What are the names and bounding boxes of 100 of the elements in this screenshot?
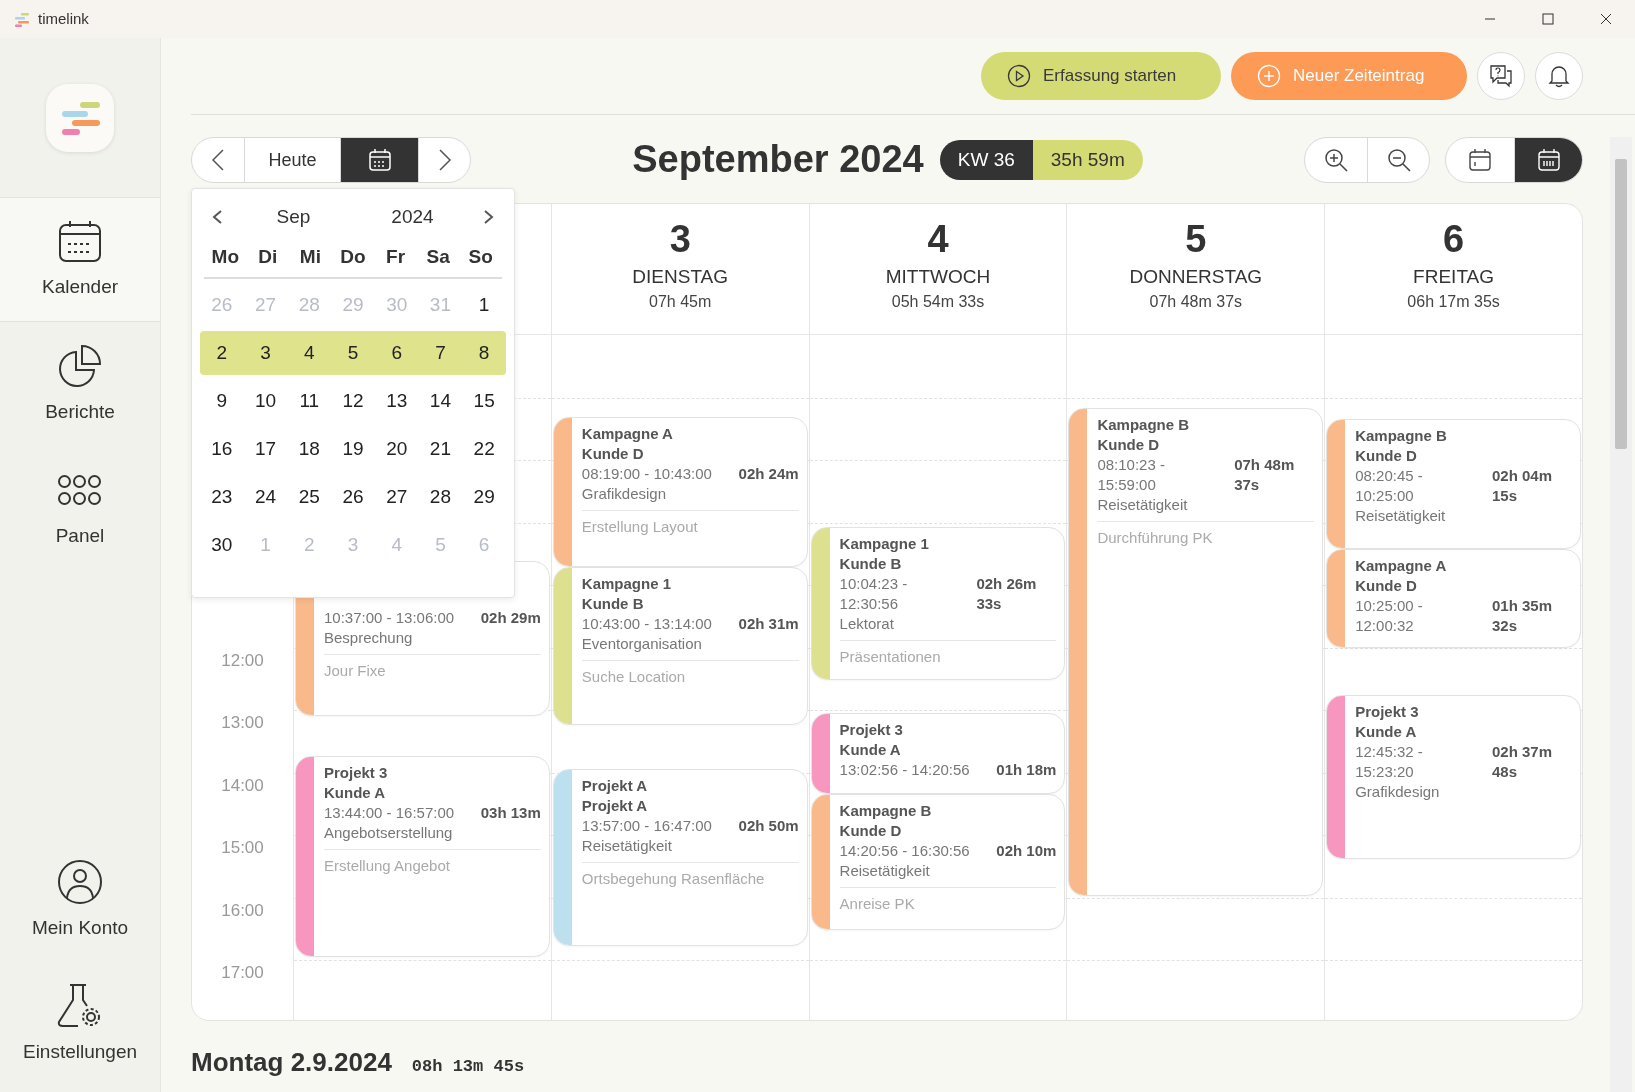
date-cell[interactable]: 28 bbox=[418, 482, 463, 512]
sidebar-item[interactable]: Kalender bbox=[0, 198, 160, 322]
week-row[interactable]: 2 3 4 5 6 7 8 bbox=[200, 331, 506, 375]
date-cell[interactable]: 24 bbox=[243, 482, 288, 512]
day-name: DONNERSTAG bbox=[1129, 265, 1263, 289]
date-picker-button[interactable] bbox=[340, 138, 418, 182]
week-number: KW 36 bbox=[939, 140, 1033, 180]
week-row[interactable]: 23 24 25 26 27 28 29 bbox=[200, 475, 506, 519]
time-entry-card[interactable]: Kampagne B Kunde D 08:10:23 - 15:59:00 07h 48m 37s Reisetätigkeit Durchführung PK bbox=[1068, 408, 1324, 897]
date-cell[interactable]: 23 bbox=[200, 482, 244, 512]
date-cell[interactable]: 9 bbox=[200, 386, 244, 416]
day-total: 07h 48m 37s bbox=[1149, 292, 1243, 312]
day-total: 07h 45m bbox=[649, 292, 712, 312]
time-entry-card[interactable]: Kampagne B Kunde D 14:20:56 - 16:30:56 02h 10m Reisetätigkeit Anreise PK bbox=[810, 794, 1066, 930]
date-cell[interactable]: 15 bbox=[462, 386, 506, 416]
date-cell[interactable]: 18 bbox=[287, 434, 332, 464]
week-view-button[interactable] bbox=[1514, 138, 1582, 182]
zoom-in-icon bbox=[1323, 147, 1349, 173]
date-cell[interactable]: 17 bbox=[243, 434, 288, 464]
entry-duration: 02h 29m bbox=[480, 608, 541, 629]
notification-button[interactable] bbox=[1535, 52, 1583, 100]
date-cell[interactable]: 16 bbox=[200, 434, 244, 464]
week-row[interactable]: 26 27 28 29 30 31 1 bbox=[200, 283, 506, 327]
time-entry-card[interactable]: Kampagne 1 Kunde B 10:04:23 - 12:30:56 02h 26m 33s Lektorat Präsentationen bbox=[810, 527, 1066, 680]
entry-title: Kampagne A bbox=[1355, 555, 1448, 576]
entry-duration: 01h 18m bbox=[996, 760, 1057, 781]
year-label[interactable]: 2024 bbox=[353, 202, 472, 232]
scrollbar[interactable] bbox=[1610, 137, 1632, 1092]
date-cell[interactable]: 27 bbox=[374, 482, 419, 512]
entry-activity: Besprechung bbox=[324, 628, 414, 649]
week-row[interactable]: 16 17 18 19 20 21 22 bbox=[200, 427, 506, 471]
date-cell[interactable]: 13 bbox=[374, 386, 419, 416]
date-cell[interactable]: 6 bbox=[374, 338, 419, 368]
time-entry-card[interactable]: Projekt 3 Kunde A 12:45:32 - 15:23:20 02h 37m 48s Grafikdesign bbox=[1326, 694, 1581, 860]
date-cell[interactable]: 7 bbox=[418, 338, 463, 368]
entry-client: Kunde D bbox=[1097, 435, 1161, 456]
entry-activity: Grafikdesign bbox=[581, 484, 667, 505]
date-cell[interactable]: 14 bbox=[418, 386, 463, 416]
date-cell[interactable]: 5 bbox=[331, 338, 375, 368]
date-cell[interactable]: 29 bbox=[462, 482, 506, 512]
date-cell[interactable]: 11 bbox=[287, 386, 332, 416]
calendar-icon bbox=[366, 147, 393, 173]
weekday-label: Sa bbox=[425, 244, 451, 269]
hour-label: 17:00 bbox=[220, 962, 265, 984]
entry-client: Projekt A bbox=[581, 796, 649, 817]
user-icon bbox=[56, 857, 104, 906]
entry-title: Kampagne 1 bbox=[581, 574, 672, 595]
time-entry-card[interactable]: Kampagne A Kunde D 08:19:00 - 10:43:00 02h 24m Grafikdesign Erstellung Layout bbox=[552, 417, 808, 568]
time-entry-card[interactable]: Kampagne 1 Kunde B 10:43:00 - 13:14:00 02h 31m Eventorganisation Suche Location bbox=[552, 567, 808, 725]
entry-client: Kunde A bbox=[839, 740, 902, 761]
entry-title: Projekt 3 bbox=[839, 720, 904, 741]
date-cell[interactable]: 20 bbox=[374, 434, 419, 464]
entry-time: 14:20:56 - 16:30:56 bbox=[839, 841, 971, 862]
date-cell[interactable]: 12 bbox=[331, 386, 375, 416]
start-tracking-button[interactable]: Erfassung starten bbox=[981, 52, 1221, 100]
day-summary-title: Montag 2.9.2024 bbox=[191, 1046, 392, 1079]
time-entry-card[interactable]: Kampagne B Kunde D 08:20:45 - 10:25:00 02h 04m 15s Reisetätigkeit bbox=[1326, 419, 1581, 549]
date-cell[interactable]: 8 bbox=[462, 338, 506, 368]
date-cell[interactable]: 2 bbox=[200, 338, 244, 368]
entry-activity: Eventorganisation bbox=[581, 634, 703, 655]
sidebar-item[interactable]: Einstellungen bbox=[0, 962, 160, 1086]
entry-time: 12:45:32 - 15:23:20 bbox=[1355, 741, 1424, 782]
date-cell[interactable]: 26 bbox=[331, 482, 375, 512]
entry-time: 10:25:00 - 12:00:32 bbox=[1355, 595, 1424, 636]
date-cell[interactable]: 3 bbox=[243, 338, 288, 368]
entry-activity: Reisetätigkeit bbox=[1355, 506, 1447, 527]
entry-title: Projekt 3 bbox=[1355, 701, 1420, 722]
entry-time: 10:43:00 - 13:14:00 bbox=[581, 614, 713, 635]
time-entry-card[interactable]: Projekt A Projekt A 13:57:00 - 16:47:00 02h 50m Reisetätigkeit Ortsbegehung Rasenfläche bbox=[552, 769, 808, 947]
date-cell[interactable]: 19 bbox=[331, 434, 375, 464]
day-name: MITTWOCH bbox=[885, 265, 991, 289]
date-cell[interactable]: 10 bbox=[243, 386, 288, 416]
scrollbar-thumb[interactable] bbox=[1615, 159, 1627, 449]
help-button[interactable] bbox=[1477, 52, 1525, 100]
week-total: 35h 59m bbox=[1032, 140, 1143, 180]
calendar-icon bbox=[1467, 147, 1493, 173]
entry-time: 13:44:00 - 16:57:00 bbox=[324, 802, 456, 823]
time-entry-card[interactable]: Projekt 3 Kunde A 13:44:00 - 16:57:00 03h 13m Angebotserstellung Erstellung Angebot bbox=[295, 755, 550, 957]
weekday-label: Mo bbox=[210, 244, 240, 269]
weekday-label: Fr bbox=[385, 244, 407, 269]
sidebar-item[interactable]: Berichte bbox=[0, 322, 160, 446]
sidebar-item[interactable]: Mein Konto bbox=[0, 838, 160, 962]
entry-activity: Reisetätigkeit bbox=[839, 861, 931, 882]
entry-duration: 03h 13m bbox=[480, 802, 541, 823]
bell-icon bbox=[1546, 63, 1572, 89]
chat-question-icon bbox=[1488, 63, 1514, 89]
time-entry-card[interactable]: Projekt 3 Kunde A 13:02:56 - 14:20:56 01h 18m bbox=[810, 713, 1066, 795]
day-total: 05h 54m 33s bbox=[891, 292, 985, 312]
date-cell[interactable]: 22 bbox=[462, 434, 506, 464]
entry-activity: Lektorat bbox=[839, 614, 895, 635]
date-cell[interactable]: 1 bbox=[462, 290, 506, 320]
entry-time: 10:04:23 - 12:30:56 bbox=[839, 574, 909, 615]
week-row[interactable]: 9 10 11 12 13 14 15 bbox=[200, 379, 506, 423]
date-cell[interactable]: 21 bbox=[418, 434, 463, 464]
date-cell[interactable]: 25 bbox=[287, 482, 332, 512]
month-label[interactable]: Sep bbox=[234, 202, 353, 232]
date-cell[interactable]: 30 bbox=[200, 530, 244, 560]
date-cell[interactable]: 4 bbox=[287, 338, 332, 368]
time-entry-card[interactable]: Kampagne A Kunde D 10:25:00 - 12:00:32 01h 35m 32s bbox=[1326, 548, 1581, 649]
sidebar-item[interactable]: Panel bbox=[0, 446, 160, 570]
